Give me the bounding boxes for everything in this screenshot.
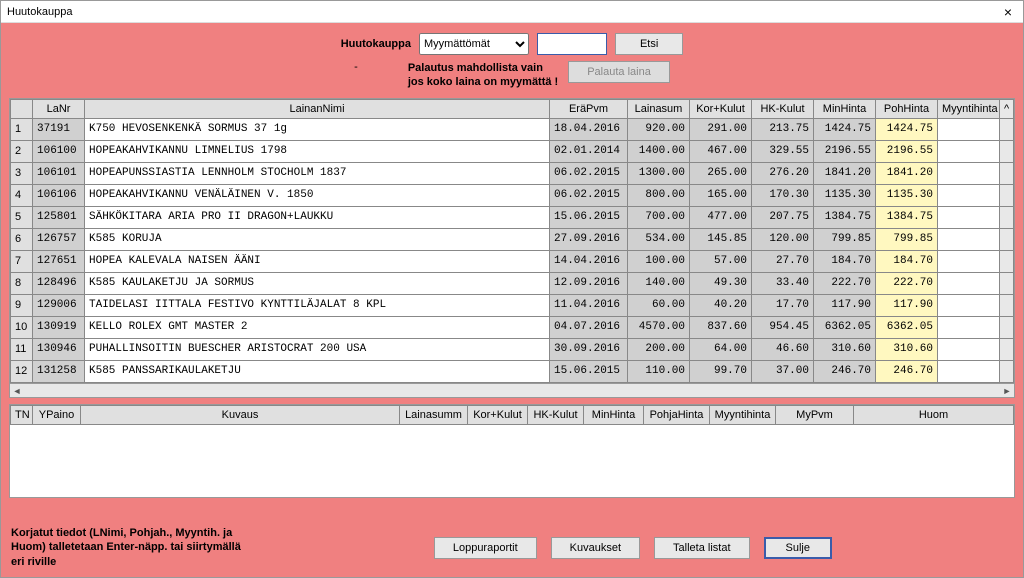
col2-kuvaus[interactable]: Kuvaus: [81, 405, 400, 424]
col2-tn[interactable]: TN: [11, 405, 33, 424]
col2-korkulut[interactable]: Kor+Kulut: [468, 405, 528, 424]
table-row[interactable]: 5125801SÄHKÖKITARA ARIA PRO II DRAGON+LA…: [11, 206, 1014, 228]
table-row[interactable]: 7127651HOPEA KALEVALA NAISEN ÄÄNI14.04.2…: [11, 250, 1014, 272]
table-row[interactable]: 9129006TAIDELASI IITTALA FESTIVO KYNTTIL…: [11, 294, 1014, 316]
marker: -: [354, 61, 358, 73]
footer-note: Korjatut tiedot (LNimi, Pohjah., Myyntih…: [11, 526, 241, 569]
col2-mypvm[interactable]: MyPvm: [776, 405, 854, 424]
main-table-body: 137191K750 HEVOSENKENKÄ SORMUS 37 1g18.0…: [11, 118, 1014, 382]
tables-area: LaNr LainanNimi EräPvm Lainasum Kor+Kulu…: [9, 98, 1015, 519]
window-title: Huutokauppa: [7, 6, 72, 18]
col-lainasum[interactable]: Lainasum: [628, 99, 690, 118]
col2-ypaino[interactable]: YPaino: [33, 405, 81, 424]
col-lainannimi[interactable]: LainanNimi: [85, 99, 550, 118]
col-lanr[interactable]: LaNr: [33, 99, 85, 118]
filter-label: Huutokauppa: [341, 38, 411, 50]
return-warning: Palautus mahdollista vain jos koko laina…: [408, 61, 558, 90]
col2-myyntihinta[interactable]: Myyntihinta: [710, 405, 776, 424]
col-minhinta[interactable]: MinHinta: [814, 99, 876, 118]
col2-lainasumm[interactable]: Lainasumm: [400, 405, 468, 424]
filter-select[interactable]: Myymättömät: [419, 33, 529, 55]
detail-table-empty: [10, 425, 1014, 497]
table-row[interactable]: 137191K750 HEVOSENKENKÄ SORMUS 37 1g18.0…: [11, 118, 1014, 140]
final-reports-button[interactable]: Loppuraportit: [434, 537, 537, 559]
table-row[interactable]: 3106101HOPEAPUNSSIASTIA LENNHOLM STOCHOL…: [11, 162, 1014, 184]
scroll-right-icon[interactable]: ►: [1000, 384, 1014, 397]
search-input[interactable]: [537, 33, 607, 55]
descriptions-button[interactable]: Kuvaukset: [551, 537, 640, 559]
col-myyntihinta[interactable]: Myyntihinta: [938, 99, 1000, 118]
col2-pohjahinta[interactable]: PohjaHinta: [644, 405, 710, 424]
footer-buttons: Loppuraportit Kuvaukset Talleta listat S…: [253, 537, 1013, 559]
content-area: Huutokauppa Myymättömät Etsi - Palautus …: [1, 23, 1023, 577]
search-button[interactable]: Etsi: [615, 33, 683, 55]
titlebar: Huutokauppa ×: [1, 1, 1023, 23]
detail-table: TN YPaino Kuvaus Lainasumm Kor+Kulut HK-…: [10, 405, 1014, 425]
close-button[interactable]: Sulje: [764, 537, 832, 559]
main-table: LaNr LainanNimi EräPvm Lainasum Kor+Kulu…: [10, 99, 1014, 383]
col-korkulut[interactable]: Kor+Kulut: [690, 99, 752, 118]
return-row: - Palautus mahdollista vain jos koko lai…: [9, 61, 1015, 94]
save-lists-button[interactable]: Talleta listat: [654, 537, 749, 559]
main-table-wrap: LaNr LainanNimi EräPvm Lainasum Kor+Kulu…: [9, 98, 1015, 398]
table-row[interactable]: 8128496K585 KAULAKETJU JA SORMUS12.09.20…: [11, 272, 1014, 294]
col-pohhinta[interactable]: PohHinta: [876, 99, 938, 118]
col2-minhinta[interactable]: MinHinta: [584, 405, 644, 424]
window: Huutokauppa × Huutokauppa Myymättömät Et…: [0, 0, 1024, 578]
main-table-header: LaNr LainanNimi EräPvm Lainasum Kor+Kulu…: [11, 99, 1014, 118]
close-icon[interactable]: ×: [999, 3, 1017, 21]
table-row[interactable]: 12131258K585 PANSSARIKAULAKETJU15.06.201…: [11, 360, 1014, 382]
vscroll-up-icon[interactable]: ^: [1000, 99, 1014, 118]
scroll-left-icon[interactable]: ◄: [10, 384, 24, 397]
table-row[interactable]: 6126757K585 KORUJA27.09.2016534.00145.85…: [11, 228, 1014, 250]
table-row[interactable]: 2106100HOPEAKAHVIKANNU LIMNELIUS 179802.…: [11, 140, 1014, 162]
table-row[interactable]: 4106106HOPEAKAHVIKANNU VENÄLÄINEN V. 185…: [11, 184, 1014, 206]
col2-huom[interactable]: Huom: [854, 405, 1014, 424]
main-table-hscroll[interactable]: ◄ ►: [10, 383, 1014, 397]
col-hkkulut[interactable]: HK-Kulut: [752, 99, 814, 118]
footer: Korjatut tiedot (LNimi, Pohjah., Myyntih…: [9, 522, 1015, 569]
table-row[interactable]: 10130919KELLO ROLEX GMT MASTER 204.07.20…: [11, 316, 1014, 338]
detail-table-header: TN YPaino Kuvaus Lainasumm Kor+Kulut HK-…: [11, 405, 1014, 424]
return-loan-button[interactable]: Palauta laina: [568, 61, 670, 83]
col-rownum: [11, 99, 33, 118]
col2-hkkulut[interactable]: HK-Kulut: [528, 405, 584, 424]
table-row[interactable]: 11130946PUHALLINSOITIN BUESCHER ARISTOCR…: [11, 338, 1014, 360]
col-erapvm[interactable]: EräPvm: [550, 99, 628, 118]
detail-table-wrap: TN YPaino Kuvaus Lainasumm Kor+Kulut HK-…: [9, 404, 1015, 498]
filter-row: Huutokauppa Myymättömät Etsi: [9, 31, 1015, 57]
